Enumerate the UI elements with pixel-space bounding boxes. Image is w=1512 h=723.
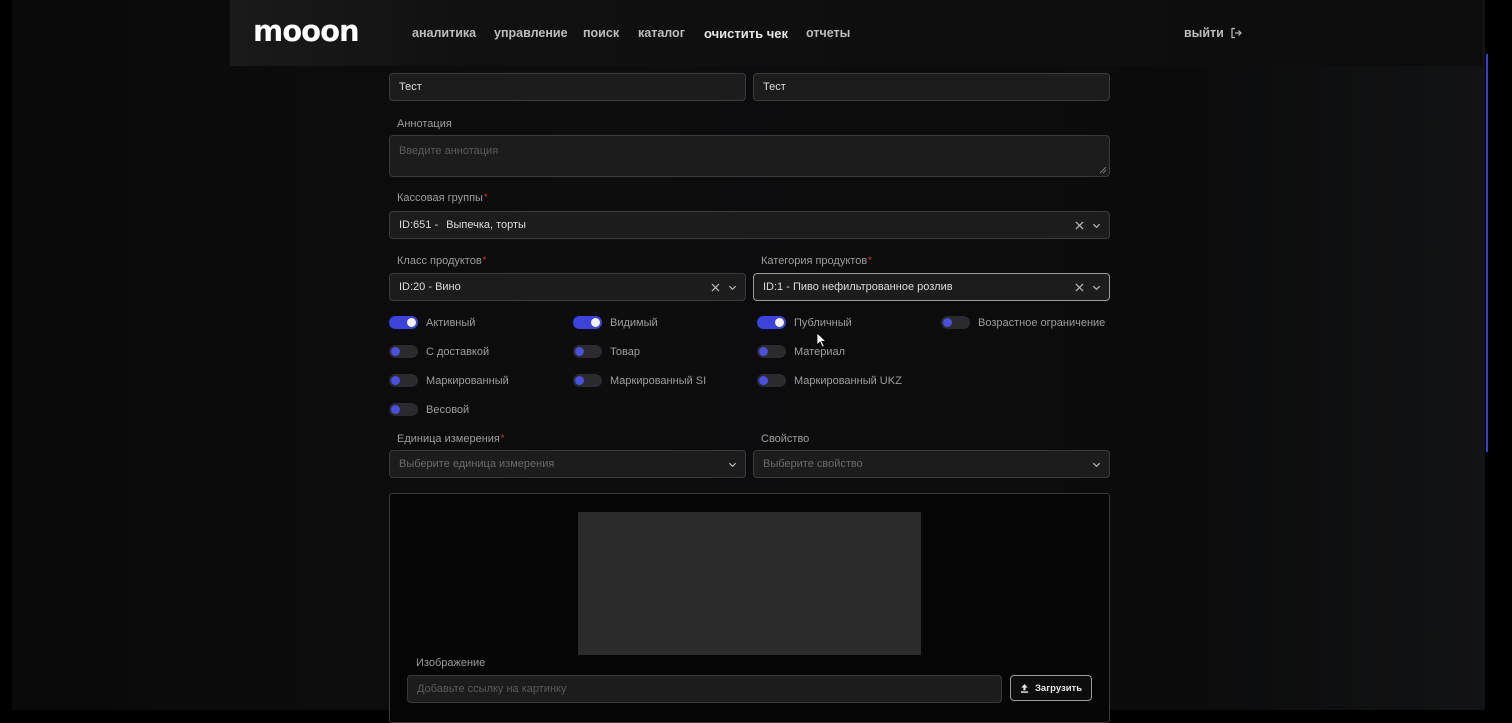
unit-controls — [728, 451, 737, 477]
toggle-label: Возрастное ограничение — [978, 316, 1106, 329]
toggle-label: Маркированный — [426, 374, 509, 387]
image-url-input[interactable]: Добавьте ссылку на картинку — [407, 675, 1002, 703]
toggle-marked-si[interactable]: Маркированный SI — [573, 374, 706, 387]
product-category-value: ID:1 - Пиво нефильтрованное розлив — [763, 281, 953, 293]
product-category-select[interactable]: ID:1 - Пиво нефильтрованное розлив — [753, 273, 1110, 301]
image-label: Изображение — [416, 657, 486, 669]
switch[interactable] — [389, 374, 418, 387]
name-field-2[interactable]: Тест — [753, 73, 1110, 101]
logo[interactable]: mooon — [253, 14, 360, 48]
cash-group-label-text: Кассовая группы — [397, 192, 483, 204]
required-mark: * — [500, 433, 505, 443]
property-placeholder: Выберите свойство — [763, 458, 863, 470]
logout-icon — [1231, 27, 1242, 39]
chevron-down-icon[interactable] — [1092, 221, 1101, 230]
toggle-active[interactable]: Активный — [389, 316, 475, 329]
switch[interactable] — [757, 316, 786, 329]
name-field-1[interactable]: Тест — [389, 73, 746, 101]
product-class-value: ID:20 - Вино — [399, 281, 461, 293]
switch[interactable] — [757, 345, 786, 358]
toggle-delivery[interactable]: С доставкой — [389, 345, 489, 358]
image-url-placeholder: Добавьте ссылку на картинку — [417, 683, 567, 695]
switch[interactable] — [389, 345, 418, 358]
toggle-marked-ukz[interactable]: Маркированный UKZ — [757, 374, 902, 387]
property-select[interactable]: Выберите свойство — [753, 450, 1110, 478]
unit-label: Единица измерения* — [397, 433, 504, 445]
cash-group-controls — [1075, 212, 1101, 238]
toggle-public[interactable]: Публичный — [757, 316, 852, 329]
product-class-select[interactable]: ID:20 - Вино — [389, 273, 746, 301]
upload-button[interactable]: Загрузить — [1010, 675, 1092, 701]
chevron-down-icon[interactable] — [728, 460, 737, 469]
product-class-controls — [711, 274, 737, 300]
switch[interactable] — [573, 316, 602, 329]
cash-group-id: ID:651 - — [399, 219, 439, 231]
product-class-label-text: Класс продуктов — [397, 255, 482, 267]
toggle-label: Видимый — [610, 316, 658, 329]
toggle-label: Публичный — [794, 316, 852, 329]
nav-catalog[interactable]: каталог — [638, 26, 685, 40]
clear-icon[interactable] — [711, 282, 720, 292]
chevron-down-icon[interactable] — [1092, 460, 1101, 469]
toggle-label: Маркированный SI — [610, 374, 707, 387]
switch[interactable] — [573, 374, 602, 387]
required-mark: * — [483, 192, 488, 202]
required-mark: * — [482, 255, 487, 265]
image-preview — [578, 512, 921, 655]
unit-select[interactable]: Выберите единица измерения — [389, 450, 746, 478]
toggle-weighted[interactable]: Весовой — [389, 403, 469, 416]
nav-clear-receipt[interactable]: очистить чек — [704, 26, 788, 41]
logout-button[interactable]: выйти — [1184, 26, 1242, 40]
switch[interactable] — [389, 403, 418, 416]
unit-placeholder: Выберите единица измерения — [399, 458, 555, 470]
cash-group-name: Выпечка, торты — [446, 219, 526, 231]
annotation-placeholder: Введите аннотация — [399, 145, 499, 157]
name-field-2-value: Тест — [763, 81, 786, 93]
product-category-label: Категория продуктов* — [761, 255, 872, 267]
chevron-down-icon[interactable] — [728, 283, 737, 292]
toggle-marked[interactable]: Маркированный — [389, 374, 509, 387]
toggle-label: Активный — [426, 316, 476, 329]
nav-search[interactable]: поиск — [583, 26, 619, 40]
nav-management[interactable]: управление — [494, 26, 568, 40]
switch[interactable] — [573, 345, 602, 358]
cursor-icon — [816, 332, 827, 348]
toggle-label: Товар — [610, 345, 640, 358]
annotation-textarea[interactable]: Введите аннотация — [389, 135, 1110, 177]
toggle-visible[interactable]: Видимый — [573, 316, 658, 329]
toggle-label: С доставкой — [426, 345, 490, 358]
upload-icon — [1020, 683, 1029, 693]
toggle-label: Весовой — [426, 403, 470, 416]
cash-group-label: Кассовая группы* — [397, 192, 487, 204]
unit-label-text: Единица измерения — [397, 433, 500, 445]
upload-label: Загрузить — [1034, 682, 1083, 694]
property-label: Свойство — [761, 433, 810, 445]
product-category-label-text: Категория продуктов — [761, 255, 868, 267]
required-mark: * — [868, 255, 872, 265]
switch[interactable] — [941, 316, 970, 329]
resize-handle-icon[interactable] — [1100, 167, 1106, 173]
clear-icon[interactable] — [1075, 220, 1084, 230]
cash-group-select[interactable]: ID:651 - Выпечка, торты — [389, 211, 1110, 239]
name-field-1-value: Тест — [399, 81, 422, 93]
nav-reports[interactable]: отчеты — [806, 26, 850, 40]
nav-analytics[interactable]: аналитика — [412, 26, 476, 40]
logout-label: выйти — [1184, 26, 1224, 40]
toggle-goods[interactable]: Товар — [573, 345, 640, 358]
annotation-label: Аннотация — [397, 118, 452, 130]
clear-icon[interactable] — [1075, 282, 1084, 292]
product-category-controls — [1075, 274, 1101, 300]
switch[interactable] — [389, 316, 418, 329]
scrollbar[interactable] — [1486, 54, 1488, 452]
toggle-label: Маркированный UKZ — [794, 374, 902, 387]
toggle-material[interactable]: Материал — [757, 345, 845, 358]
switch[interactable] — [757, 374, 786, 387]
toggle-age-restriction[interactable]: Возрастное ограничение — [941, 316, 1105, 329]
property-controls — [1092, 451, 1101, 477]
product-class-label: Класс продуктов* — [397, 255, 486, 267]
chevron-down-icon[interactable] — [1092, 283, 1101, 292]
